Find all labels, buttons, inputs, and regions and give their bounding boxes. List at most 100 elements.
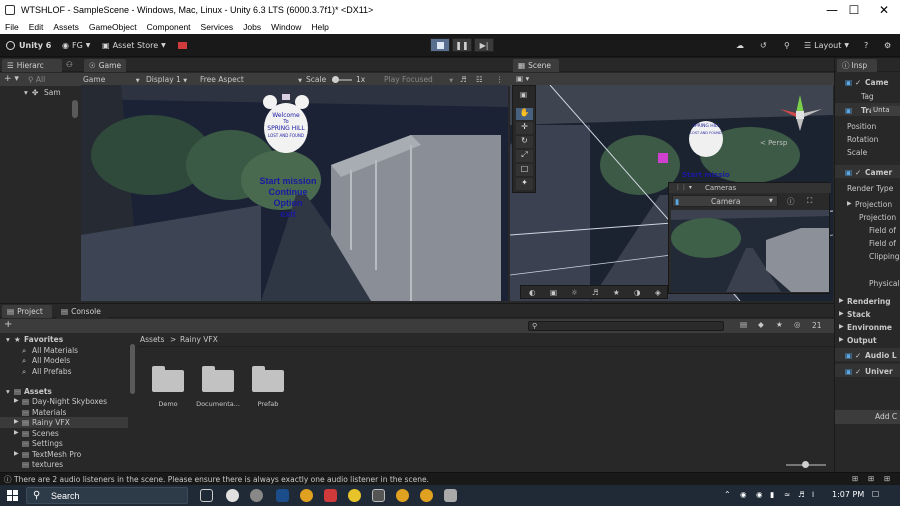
- favorite-icon[interactable]: ★: [776, 320, 783, 329]
- enable-checkbox[interactable]: ✓: [855, 367, 861, 376]
- battery-icon[interactable]: ▮: [770, 490, 774, 499]
- close-button[interactable]: ✕: [862, 0, 900, 20]
- game-mode-dropdown[interactable]: Game ▼: [83, 75, 140, 84]
- fit-view-icon[interactable]: ⛶: [807, 196, 812, 206]
- folder-icon[interactable]: [252, 366, 284, 392]
- app-red-icon[interactable]: [324, 489, 337, 502]
- record-stop-icon[interactable]: [178, 38, 187, 53]
- foldout-arrow-icon[interactable]: ▶: [847, 200, 852, 207]
- palette-menu-icon[interactable]: ▣: [520, 90, 527, 99]
- tab-game[interactable]: ☉ Game: [84, 59, 126, 72]
- unity-editor-icon[interactable]: [372, 489, 385, 502]
- more-options-icon[interactable]: ⋮: [496, 75, 504, 84]
- favorites-item[interactable]: All Materials: [32, 346, 78, 355]
- foldout-arrow-icon[interactable]: ▾: [6, 335, 10, 344]
- inspector-environment[interactable]: Environme: [847, 323, 892, 332]
- search-icon[interactable]: ⚲: [784, 38, 790, 53]
- favorites-item[interactable]: All Models: [32, 356, 70, 365]
- create-icon[interactable]: +: [4, 319, 12, 330]
- help-icon[interactable]: ?: [864, 38, 868, 53]
- wifi-icon[interactable]: ≈: [784, 490, 790, 499]
- asset-store-button[interactable]: ▣ Asset Store ▼: [102, 38, 166, 53]
- layout-dropdown[interactable]: ☰ Layout ▼: [804, 38, 849, 53]
- display-dropdown[interactable]: Display 1 ▼: [146, 75, 187, 84]
- favorites-header[interactable]: Favorites: [24, 335, 63, 344]
- inspector-output[interactable]: Output: [847, 336, 877, 345]
- breadcrumb-current[interactable]: Rainy VFX: [180, 335, 218, 344]
- asset-folder-item[interactable]: Scenes: [32, 429, 59, 438]
- tray-icon-2[interactable]: ◉: [756, 490, 763, 499]
- menu-component[interactable]: Component: [142, 22, 196, 32]
- move-tool-icon[interactable]: ✛: [516, 122, 533, 134]
- menu-file[interactable]: File: [0, 22, 24, 32]
- orientation-gizmo[interactable]: [772, 85, 832, 141]
- aspect-dropdown[interactable]: Free Aspect ▼: [200, 75, 302, 84]
- foldout-arrow-icon[interactable]: ▶: [14, 397, 19, 404]
- folder-label[interactable]: Prefab: [244, 400, 292, 408]
- enable-checkbox[interactable]: ✓: [855, 78, 861, 87]
- taskbar-search[interactable]: ⚲ Search: [26, 487, 188, 504]
- audio-icon[interactable]: ♬: [592, 288, 599, 297]
- add-icon[interactable]: + ▾: [4, 74, 19, 84]
- step-button[interactable]: ▶|: [474, 38, 494, 52]
- asset-folder-item[interactable]: TextMesh Pro: [32, 450, 81, 459]
- game-menu-item[interactable]: exit: [253, 209, 323, 220]
- asset-folder-item[interactable]: Materials: [32, 408, 66, 417]
- foldout-arrow-icon[interactable]: ▶: [839, 297, 844, 304]
- info-icon[interactable]: ⓘ: [787, 196, 795, 207]
- tray-chevron-up-icon[interactable]: ⌃: [724, 490, 731, 499]
- hierarchy-scrollbar[interactable]: [72, 100, 78, 118]
- unity-button[interactable]: Unity 6: [6, 38, 51, 53]
- windows-start-icon[interactable]: [7, 490, 18, 501]
- game-menu-item[interactable]: Continue: [253, 187, 323, 198]
- chrome-icon[interactable]: [300, 489, 313, 502]
- status-message[interactable]: There are 2 audio listeners in the scene…: [14, 475, 429, 484]
- chrome-icon-2[interactable]: [396, 489, 409, 502]
- menu-edit[interactable]: Edit: [24, 22, 49, 32]
- asset-folder-item[interactable]: Day-Night Skyboxes: [32, 397, 107, 406]
- play-button[interactable]: [430, 38, 450, 52]
- inspector-universal[interactable]: Univer: [865, 367, 893, 376]
- chrome-icon-3[interactable]: [420, 489, 433, 502]
- zoom-slider-handle[interactable]: [802, 461, 809, 468]
- steam-icon[interactable]: [276, 489, 289, 502]
- rect-tool-icon[interactable]: □: [516, 164, 533, 176]
- 2d-toggle-icon[interactable]: ▣: [550, 288, 557, 297]
- rotate-tool-icon[interactable]: ↻: [516, 136, 533, 148]
- effects-icon[interactable]: ★: [613, 288, 620, 297]
- clock-time[interactable]: 1:07 PM: [832, 490, 864, 499]
- cloud-icon[interactable]: ☁: [736, 38, 744, 53]
- tag-dropdown[interactable]: Unta: [871, 106, 900, 116]
- foldout-arrow-icon[interactable]: ▶: [839, 336, 844, 343]
- game-menu-item[interactable]: Start mission: [253, 176, 323, 187]
- folder-icon[interactable]: [152, 366, 184, 392]
- hierarchy-search-input[interactable]: ⚲ All: [28, 75, 45, 84]
- tab-project[interactable]: ▤ Project: [2, 305, 52, 318]
- foldout-arrow-icon[interactable]: ▶: [14, 429, 19, 436]
- pan-tool-icon[interactable]: ✋: [516, 108, 533, 120]
- language-icon[interactable]: ا: [812, 490, 814, 499]
- notifications-icon[interactable]: □: [872, 489, 879, 498]
- filter-label-icon[interactable]: ◆: [758, 320, 764, 329]
- asset-folder-item[interactable]: Settings: [32, 439, 63, 448]
- unity-hub-icon[interactable]: [226, 489, 239, 502]
- menu-window[interactable]: Window: [266, 22, 306, 32]
- folder-icon[interactable]: [202, 366, 234, 392]
- settings-icon[interactable]: ⚙: [884, 38, 891, 53]
- tab-inspector[interactable]: ⓘ Insp: [837, 59, 877, 72]
- foldout-arrow-icon[interactable]: ▶: [839, 310, 844, 317]
- scene-viewport[interactable]: SPRING HILL LOST AND FOUND Start missio …: [510, 85, 833, 301]
- enable-checkbox[interactable]: ✓: [855, 351, 861, 360]
- foldout-arrow-icon[interactable]: ▶: [14, 450, 19, 457]
- menu-assets[interactable]: Assets: [48, 22, 84, 32]
- lighting-icon[interactable]: ☼: [571, 288, 578, 297]
- enable-checkbox[interactable]: ✓: [855, 168, 861, 177]
- tray-icon-1[interactable]: ◉: [740, 490, 747, 499]
- stats-icon[interactable]: ☷: [476, 75, 483, 84]
- account-dropdown[interactable]: ◉ FG ▼: [62, 38, 90, 53]
- inspector-stack[interactable]: Stack: [847, 310, 870, 319]
- inspector-audio[interactable]: Audio L: [865, 351, 897, 360]
- hidden-objects-icon[interactable]: ◑: [634, 288, 641, 297]
- menu-gameobject[interactable]: GameObject: [84, 22, 142, 32]
- inspector-camera[interactable]: Camer: [865, 168, 892, 177]
